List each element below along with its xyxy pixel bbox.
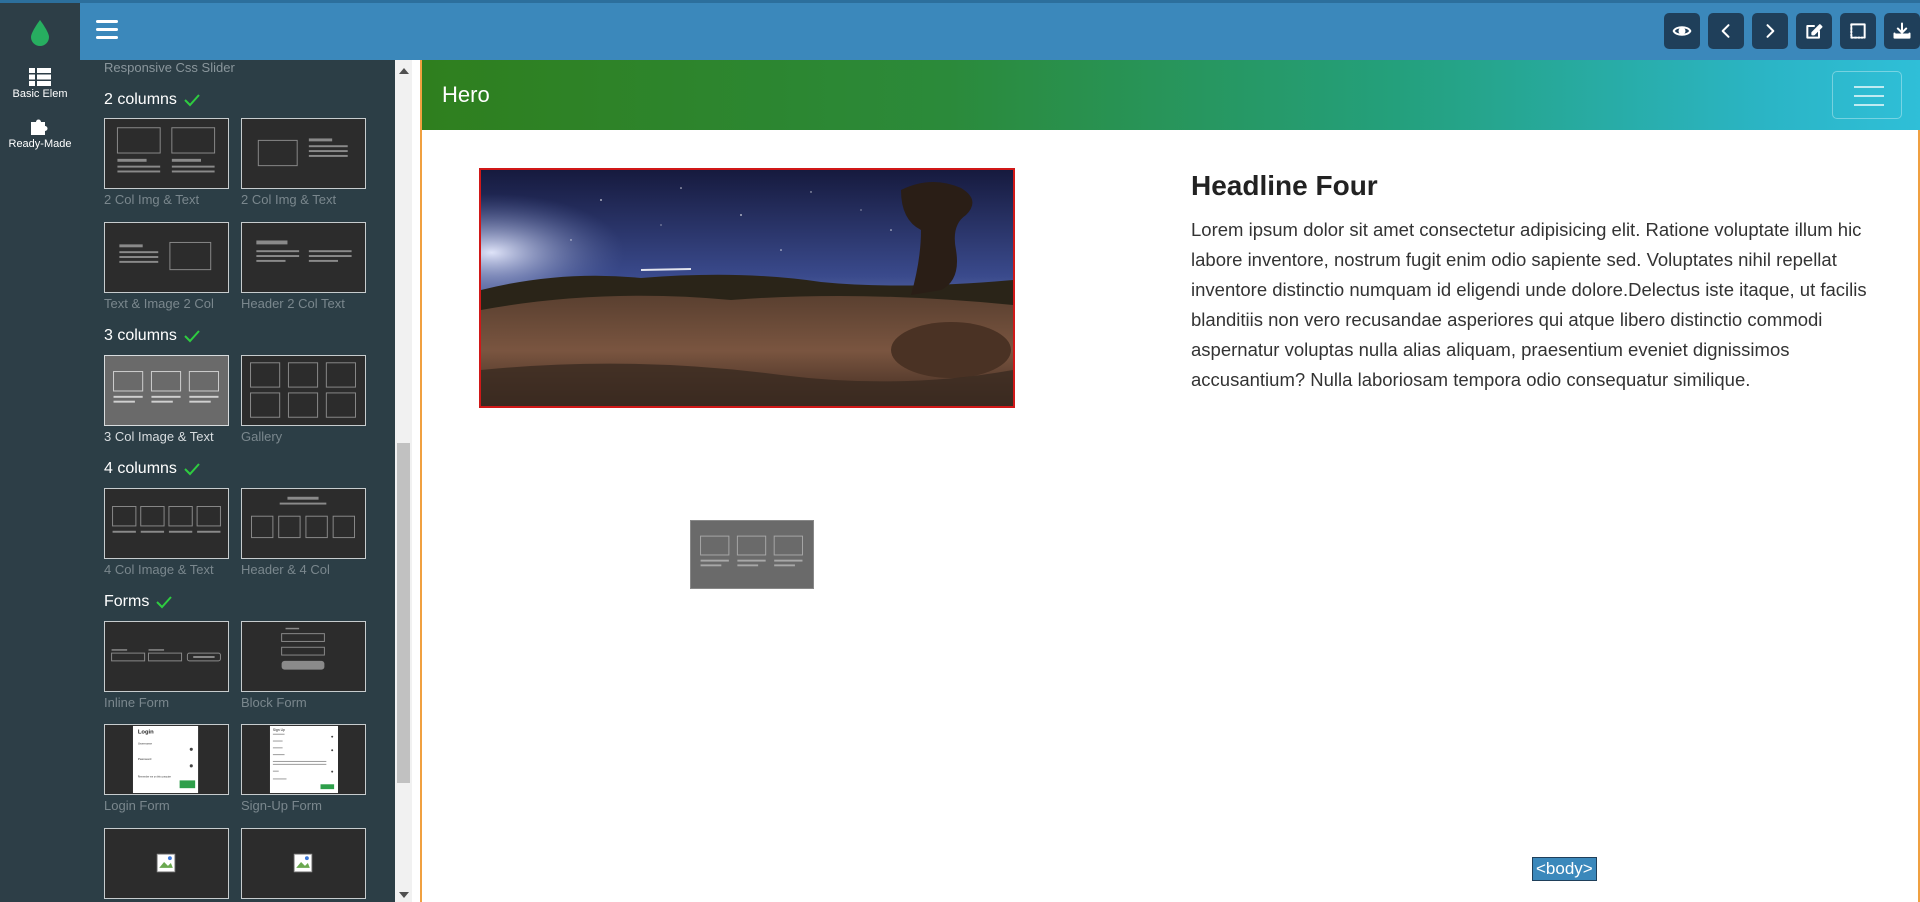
top-toolbar <box>0 0 1920 63</box>
editor-canvas[interactable]: Hero Headline Four Lorem ipsum dolor sit… <box>420 60 1920 902</box>
block-thumb-block-form[interactable] <box>241 621 366 692</box>
block-caption: Sign-Up Form <box>241 798 322 813</box>
block-thumb-3col-image-text[interactable] <box>104 355 229 426</box>
block-thumb-unloaded-b[interactable] <box>241 828 366 899</box>
dragged-block-preview[interactable] <box>690 520 814 589</box>
block-caption: 4 Col Image & Text <box>104 562 214 577</box>
edit-icon <box>1806 24 1823 39</box>
block-thumb-text-image-2col[interactable] <box>104 222 229 293</box>
block-preview-icon <box>251 496 356 539</box>
undo-button[interactable] <box>1708 13 1744 49</box>
chevron-right-icon <box>1766 24 1775 38</box>
block-thumb-unloaded-a[interactable] <box>104 828 229 899</box>
navbar-toggler-icon[interactable] <box>1832 71 1902 119</box>
block-preview-icon: Login Username Password Remember me on t… <box>132 725 199 794</box>
block-thumb-2col-img-text-a[interactable] <box>104 118 229 189</box>
rail-item-basic-elements[interactable]: Basic Elem <box>0 60 80 108</box>
block-caption: 2 Col Img & Text <box>241 192 337 207</box>
block-preview-icon <box>113 371 219 403</box>
broken-image-icon <box>293 853 313 873</box>
block-caption: 2 Col Img & Text <box>104 192 200 207</box>
table-icon <box>29 68 51 86</box>
block-preview-icon <box>112 506 221 533</box>
hero-navbar[interactable]: Hero <box>422 60 1920 130</box>
blocks-panel: Responsive Css Slider 2 columns 2 Col Im… <box>80 60 395 902</box>
headline[interactable]: Headline Four <box>1191 170 1378 202</box>
svg-text:Username: Username <box>138 741 153 745</box>
toggle-borders-button[interactable] <box>1840 13 1876 49</box>
app-window: Basic Elem Ready-Made Responsive Css Sli… <box>0 0 1920 902</box>
section-title-4-columns: 4 columns <box>104 460 201 478</box>
block-preview-icon <box>250 362 356 418</box>
body-paragraph[interactable]: Lorem ipsum dolor sit amet consectetur a… <box>1191 215 1871 395</box>
preview-button[interactable] <box>1664 13 1700 49</box>
block-caption: Inline Form <box>104 695 170 710</box>
block-thumb-login-form[interactable]: Login Username Password Remember me on t… <box>104 724 229 795</box>
section-title-label: 4 columns <box>104 460 177 477</box>
checkmark-icon <box>156 596 173 609</box>
block-thumb-header-2col-text[interactable] <box>241 222 366 293</box>
block-thumb-inline-form[interactable] <box>104 621 229 692</box>
block-preview-icon <box>257 138 348 167</box>
eye-icon <box>1672 26 1692 36</box>
block-preview-icon <box>111 649 221 662</box>
rail-item-ready-made[interactable]: Ready-Made <box>0 108 80 156</box>
selected-image[interactable] <box>479 168 1015 408</box>
toolbar-actions <box>1664 13 1920 49</box>
block-thumb-4col-image-text[interactable] <box>104 488 229 559</box>
block-thumb-2col-img-text-b[interactable] <box>241 118 366 189</box>
block-thumb-signup-form[interactable]: Sign Up <box>241 724 366 795</box>
chevron-left-icon <box>1721 24 1730 38</box>
logo <box>0 3 80 63</box>
block-caption: Gallery <box>241 429 283 444</box>
category-rail: Basic Elem Ready-Made <box>0 60 80 902</box>
download-button[interactable] <box>1884 13 1920 49</box>
block-preview-icon <box>119 241 212 271</box>
rail-item-label: Basic Elem <box>12 88 68 100</box>
block-preview-icon <box>700 535 803 567</box>
section-title-forms: Forms <box>104 593 173 611</box>
checkmark-icon <box>184 463 200 476</box>
block-preview-icon: Sign Up <box>269 725 338 794</box>
block-preview-icon <box>116 127 216 173</box>
droplet-logo-icon <box>31 20 49 46</box>
edit-code-button[interactable] <box>1796 13 1832 49</box>
scroll-up-arrow-icon[interactable] <box>399 68 409 74</box>
svg-text:Login: Login <box>138 730 154 736</box>
scrollbar-thumb[interactable] <box>397 443 410 783</box>
block-caption: Header 2 Col Text <box>241 296 345 311</box>
scroll-down-arrow-icon[interactable] <box>399 892 409 898</box>
broken-image-icon <box>156 853 176 873</box>
panel-scrollbar[interactable] <box>395 60 412 902</box>
rail-item-label: Ready-Made <box>8 138 72 150</box>
block-thumb-header-4col[interactable] <box>241 488 366 559</box>
download-icon <box>1893 22 1911 39</box>
block-preview-icon <box>281 627 325 670</box>
redo-button[interactable] <box>1752 13 1788 49</box>
block-preview-icon <box>256 240 352 262</box>
hamburger-menu-icon[interactable] <box>96 20 118 40</box>
section-title-2-columns: 2 columns <box>104 91 201 109</box>
section-title-3-columns: 3 columns <box>104 327 201 345</box>
block-thumb-gallery[interactable] <box>241 355 366 426</box>
section-title-label: 3 columns <box>104 327 177 344</box>
border-icon <box>1850 23 1866 39</box>
puzzle-icon <box>31 119 48 135</box>
block-caption: 3 Col Image & Text <box>104 429 214 444</box>
section-title-label: Forms <box>104 593 150 610</box>
block-caption: Header & 4 Col <box>241 562 330 577</box>
svg-text:Remember me on this computer: Remember me on this computer <box>138 775 171 778</box>
block-caption: Block Form <box>241 695 307 710</box>
checkmark-icon <box>184 330 200 343</box>
element-path-badge[interactable]: <body> <box>1532 857 1597 881</box>
svg-text:Password: Password <box>138 757 152 761</box>
section-title-label: 2 columns <box>104 91 177 108</box>
block-caption: Login Form <box>104 798 170 813</box>
block-caption[interactable]: Responsive Css Slider <box>104 60 235 75</box>
checkmark-icon <box>184 94 200 107</box>
block-caption: Text & Image 2 Col <box>104 296 214 311</box>
night-landscape-image <box>481 170 1013 406</box>
svg-text:Sign Up: Sign Up <box>273 728 285 732</box>
hero-title[interactable]: Hero <box>442 82 490 108</box>
